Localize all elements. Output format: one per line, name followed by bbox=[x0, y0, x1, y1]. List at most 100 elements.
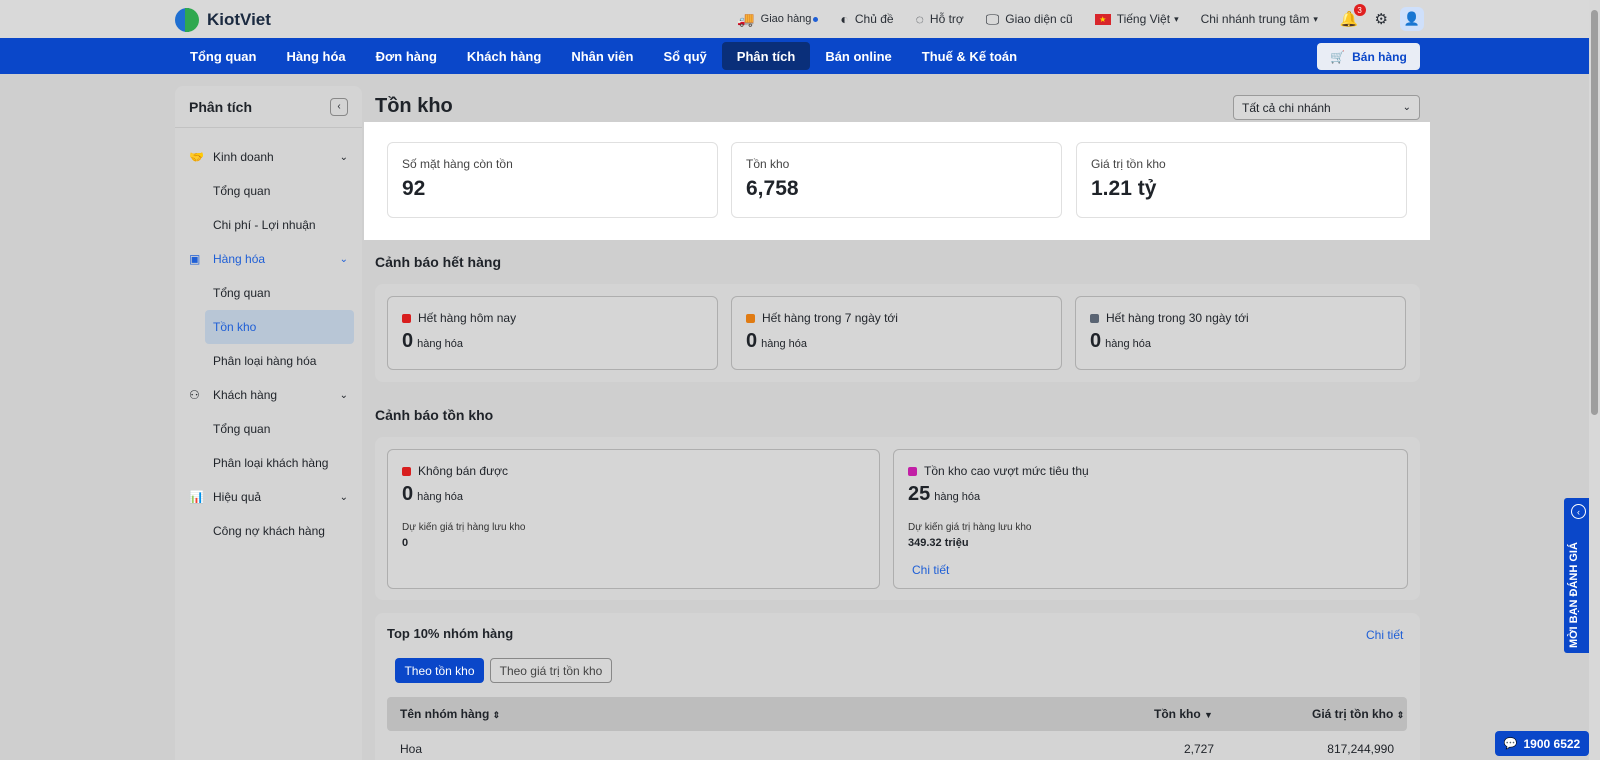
tab-by-stock[interactable]: Theo tồn kho bbox=[395, 658, 484, 683]
kpi-card-stock: Tồn kho 6,758 bbox=[731, 142, 1062, 218]
nav-item-0[interactable]: Tổng quan bbox=[175, 42, 271, 70]
sidebar-group-label: Khách hàng bbox=[213, 388, 278, 402]
nav-item-6[interactable]: Phân tích bbox=[721, 42, 811, 70]
sidebar-item-1-0[interactable]: Tổng quan bbox=[175, 276, 362, 310]
sidebar-group-2[interactable]: ⚇ Khách hàng ⌄ bbox=[175, 378, 362, 412]
out-of-stock-title: Cảnh báo hết hàng bbox=[375, 254, 501, 270]
cart-icon: 🛒 bbox=[1330, 49, 1346, 64]
overstock-detail-link[interactable]: Chi tiết bbox=[912, 563, 949, 577]
user-icon: 👤 bbox=[1403, 11, 1421, 26]
chevron-down-icon: ⌄ bbox=[1402, 102, 1411, 113]
nav-item-7[interactable]: Bán online bbox=[810, 42, 906, 70]
col-stock[interactable]: Tồn kho ▼ bbox=[1154, 707, 1213, 721]
branch-select-top[interactable]: Chi nhánh trung tâm ▾ bbox=[1201, 12, 1318, 26]
box-icon: ▣ bbox=[189, 252, 201, 266]
kpi-card-stock-value: Giá trị tồn kho 1.21 tỷ bbox=[1076, 142, 1407, 218]
settings-button[interactable]: ⚙ bbox=[1375, 10, 1388, 28]
sidebar-item-1-1[interactable]: Tồn kho bbox=[205, 310, 354, 344]
sidebar-group-0[interactable]: 🤝 Kinh doanh ⌄ bbox=[175, 140, 362, 174]
delivery-link[interactable]: 🚚 Giao hàng bbox=[737, 10, 819, 28]
new-dot-icon bbox=[813, 16, 819, 22]
sidebar-header: Phân tích ‹ bbox=[175, 86, 362, 128]
theme-link[interactable]: ◐ Chủ đề bbox=[840, 11, 893, 27]
table-row[interactable]: Hoa 2,727 817,244,990 bbox=[387, 736, 1407, 760]
performance-icon: 📊 bbox=[189, 490, 204, 504]
page-title: Tồn kho bbox=[375, 95, 453, 117]
language-select[interactable]: ★ Tiếng Việt ▾ bbox=[1094, 12, 1179, 26]
sell-button[interactable]: 🛒 Bán hàng bbox=[1317, 43, 1420, 70]
sidebar-item-2-1[interactable]: Phân loại khách hàng bbox=[175, 446, 362, 480]
sidebar: Phân tích ‹ 🤝 Kinh doanh ⌄ Tổng quan Chi phí… bbox=[175, 86, 362, 760]
out-7days-card: Hết hàng trong 7 ngày tới 0 hàng hóa bbox=[731, 296, 1062, 370]
chevron-left-icon: ‹ bbox=[337, 101, 341, 112]
kpi-panel: Số mặt hàng còn tồn 92 Tồn kho 6,758 Giá… bbox=[364, 122, 1430, 240]
handshake-icon: 🤝 bbox=[189, 150, 204, 164]
kpi-card-items: Số mặt hàng còn tồn 92 bbox=[387, 142, 718, 218]
chevron-down-icon: ⌄ bbox=[339, 151, 348, 163]
status-square-icon bbox=[402, 313, 411, 323]
sidebar-group-label: Hàng hóa bbox=[213, 252, 266, 266]
top-groups-title: Top 10% nhóm hàng bbox=[387, 626, 514, 641]
nav-item-5[interactable]: Sổ quỹ bbox=[648, 42, 721, 70]
sidebar-item-0-1[interactable]: Chi phí - Lợi nhuận bbox=[175, 208, 362, 242]
sidebar-group-3[interactable]: 📊 Hiệu quả ⌄ bbox=[175, 480, 362, 514]
branch-filter-select[interactable]: Tất cả chi nhánh ⌄ bbox=[1233, 95, 1420, 120]
sidebar-group-label: Kinh doanh bbox=[213, 150, 274, 164]
sidebar-group-label: Hiệu quả bbox=[213, 490, 262, 504]
col-group-name[interactable]: Tên nhóm hàng ⇕ bbox=[400, 707, 500, 721]
status-square-icon bbox=[908, 466, 917, 476]
users-icon: ⚇ bbox=[189, 388, 200, 402]
support-link[interactable]: ◌ Hỗ trợ bbox=[916, 11, 964, 27]
top-bar: KiotViet 🚚 Giao hàng ◐ Chủ đề ◌ Hỗ trợ 🖵… bbox=[0, 0, 1600, 38]
notification-button[interactable]: 🔔 3 bbox=[1340, 4, 1366, 28]
chevron-down-icon: ▾ bbox=[1174, 13, 1179, 24]
sort-icon: ⇕ bbox=[492, 710, 501, 720]
scrollbar-thumb[interactable] bbox=[1591, 10, 1598, 415]
chevron-down-icon: ▾ bbox=[1313, 13, 1318, 24]
tab-by-stock-value[interactable]: Theo giá trị tồn kho bbox=[490, 658, 612, 683]
page-scrollbar[interactable] bbox=[1589, 0, 1600, 760]
truck-icon: 🚚 bbox=[737, 10, 755, 27]
sort-icon: ⇕ bbox=[1396, 710, 1405, 720]
sidebar-collapse-button[interactable]: ‹ bbox=[330, 97, 348, 116]
account-button[interactable]: 👤 bbox=[1400, 7, 1424, 31]
chevron-left-circle-icon: ‹ bbox=[1571, 504, 1586, 519]
logo-text: KiotViet bbox=[207, 10, 271, 29]
status-square-icon bbox=[746, 313, 755, 323]
main-nav: Tổng quan Hàng hóa Đơn hàng Khách hàng Nhân … bbox=[0, 38, 1600, 74]
chevron-down-icon: ⌄ bbox=[339, 389, 348, 401]
overstock-card: Tồn kho cao vượt mức tiêu thụ 25 hàng hóa… bbox=[893, 449, 1408, 589]
sidebar-group-1[interactable]: ▣ Hàng hóa ⌄ bbox=[175, 242, 362, 276]
sidebar-item-0-0[interactable]: Tổng quan bbox=[175, 174, 362, 208]
sidebar-item-3-0[interactable]: Công nợ khách hàng bbox=[175, 514, 362, 548]
nav-item-8[interactable]: Thuế & Kế toán bbox=[907, 42, 1032, 70]
monitor-icon: 🖵 bbox=[985, 10, 1000, 27]
sidebar-list: 🤝 Kinh doanh ⌄ Tổng quan Chi phí - Lợi nhuận… bbox=[175, 128, 362, 548]
hotline-button[interactable]: 💬 1900 6522 bbox=[1495, 731, 1589, 756]
logo-mark-icon bbox=[175, 8, 199, 32]
top-right-actions: 🚚 Giao hàng ◐ Chủ đề ◌ Hỗ trợ 🖵 Giao diệ… bbox=[715, 0, 1424, 38]
stock-warning-panel: Không bán được 0 hàng hóa Dự kiến giá trị… bbox=[375, 437, 1420, 600]
status-square-icon bbox=[402, 466, 411, 476]
sidebar-item-2-0[interactable]: Tổng quan bbox=[175, 412, 362, 446]
nav-item-2[interactable]: Đơn hàng bbox=[361, 42, 452, 70]
top-groups-detail-link[interactable]: Chi tiết bbox=[1366, 628, 1403, 642]
out-today-card: Hết hàng hôm nay 0 hàng hóa bbox=[387, 296, 718, 370]
status-square-icon bbox=[1090, 313, 1099, 323]
nav-item-1[interactable]: Hàng hóa bbox=[271, 42, 360, 70]
out-30days-card: Hết hàng trong 30 ngày tới 0 hàng hóa bbox=[1075, 296, 1406, 370]
nav-item-4[interactable]: Nhân viên bbox=[556, 42, 648, 70]
notification-badge: 3 bbox=[1353, 4, 1366, 16]
sidebar-title: Phân tích bbox=[189, 98, 253, 115]
sidebar-item-1-2[interactable]: Phân loại hàng hóa bbox=[175, 344, 362, 378]
palette-icon: ◐ bbox=[840, 11, 849, 27]
nav-item-3[interactable]: Khách hàng bbox=[452, 42, 556, 70]
logo[interactable]: KiotViet bbox=[175, 8, 271, 32]
old-ui-link[interactable]: 🖵 Giao diện cũ bbox=[986, 11, 1073, 28]
stock-warning-title: Cảnh báo tồn kho bbox=[375, 407, 494, 423]
chat-icon: ◌ bbox=[915, 11, 924, 27]
col-stock-value[interactable]: Giá trị tồn kho ⇕ bbox=[1312, 707, 1404, 721]
chevron-down-icon: ⌄ bbox=[339, 253, 348, 265]
nav-items: Tổng quan Hàng hóa Đơn hàng Khách hàng Nhân … bbox=[175, 38, 1032, 74]
unsold-card: Không bán được 0 hàng hóa Dự kiến giá trị… bbox=[387, 449, 880, 589]
